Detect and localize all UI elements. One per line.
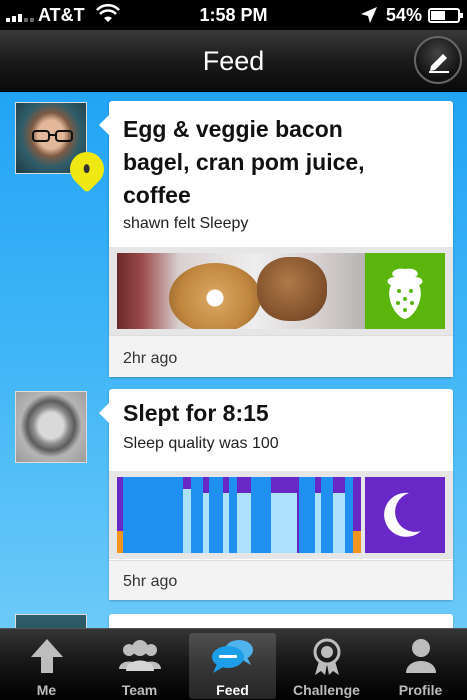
card-title-line: bagel, cran pom juice, xyxy=(123,149,365,175)
person-icon xyxy=(405,639,436,673)
card-title-line: Egg & veggie bacon xyxy=(123,116,343,142)
feed-list[interactable]: Egg & veggie bacon bagel, cran pom juice… xyxy=(0,92,467,628)
timestamp: 5hr ago xyxy=(123,573,178,590)
food-photo[interactable] xyxy=(117,253,365,329)
pencil-icon xyxy=(429,54,449,73)
tab-label: Feed xyxy=(216,682,249,698)
avatar[interactable] xyxy=(15,391,87,463)
page-title: Feed xyxy=(202,46,265,76)
tab-team[interactable]: Team xyxy=(96,633,183,699)
tab-profile[interactable]: Profile xyxy=(377,633,464,699)
card-subtitle: shawn felt Sleepy xyxy=(123,215,249,232)
card-title: Egg & veggie bacon bagel, cran pom juice… xyxy=(123,113,365,212)
card-subtitle: Sleep quality was 100 xyxy=(123,435,279,452)
strawberry-icon xyxy=(387,268,423,319)
timestamp: 2hr ago xyxy=(123,350,178,367)
tab-bar: Me Team Feed Challenge Profile xyxy=(0,628,467,700)
tab-label: Profile xyxy=(398,682,443,698)
feed-card[interactable]: Slept for 8:15 Sleep quality was 100 5hr… xyxy=(99,389,453,600)
chat-bubbles-icon xyxy=(211,640,253,673)
location-arrow-icon xyxy=(361,7,377,23)
medal-icon xyxy=(313,638,340,675)
team-icon xyxy=(118,640,161,671)
avatar[interactable] xyxy=(15,614,87,628)
sleep-graph xyxy=(117,477,361,553)
status-bar: AT&T 1:58 PM 54% xyxy=(0,0,467,30)
tab-challenge[interactable]: Challenge xyxy=(283,633,370,699)
card-media xyxy=(109,471,453,559)
card-title: Slept for 8:15 xyxy=(123,397,269,430)
feed-card[interactable]: Egg & veggie bacon bagel, cran pom juice… xyxy=(99,101,453,377)
compose-button[interactable] xyxy=(414,36,462,84)
tab-feed[interactable]: Feed xyxy=(189,633,276,699)
card-title-line: coffee xyxy=(123,182,191,208)
battery-icon xyxy=(428,8,463,23)
feed-card[interactable] xyxy=(109,614,453,628)
category-tile xyxy=(365,477,445,553)
card-media xyxy=(109,247,453,335)
tab-label: Team xyxy=(121,682,158,698)
battery-percent: 54% xyxy=(386,5,423,25)
navigation-bar: Feed xyxy=(0,30,467,92)
tab-label: Me xyxy=(36,682,57,698)
card-footer: 2hr ago xyxy=(109,335,453,377)
moon-icon xyxy=(384,492,421,537)
category-tile xyxy=(365,253,445,329)
tab-label: Challenge xyxy=(293,682,360,698)
tab-me[interactable]: Me xyxy=(3,633,90,699)
card-title-line: Slept for 8:15 xyxy=(123,400,269,426)
arrow-up-icon xyxy=(30,639,63,673)
card-footer: 5hr ago xyxy=(109,560,453,600)
